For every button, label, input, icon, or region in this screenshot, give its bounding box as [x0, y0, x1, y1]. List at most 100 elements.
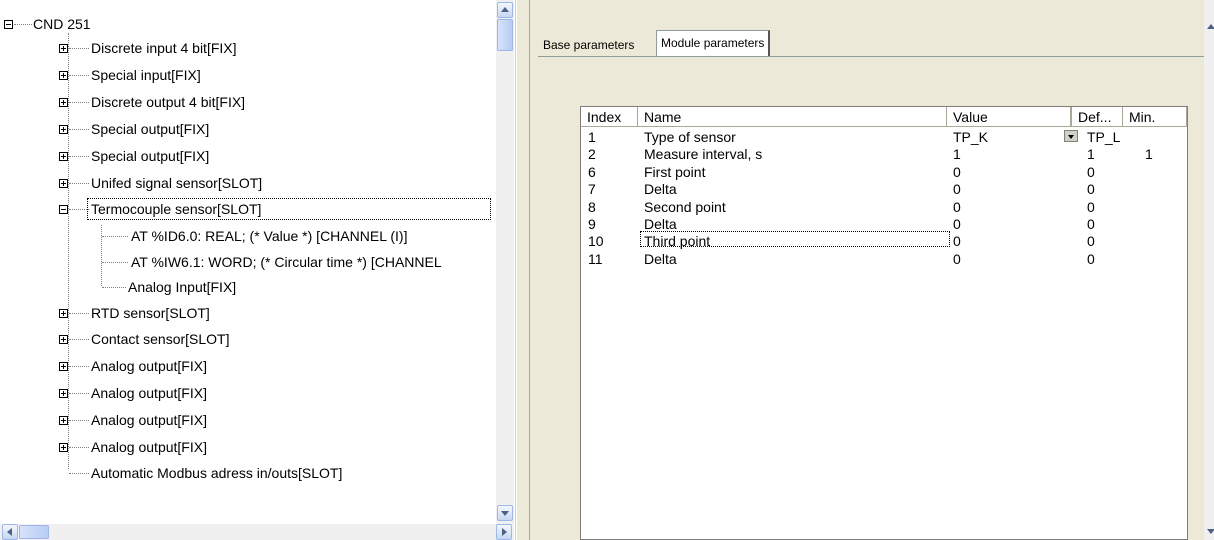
- device-tree-pane: CND 251 Discrete input 4 bit[FIX] Specia…: [0, 0, 516, 540]
- tree-item-label: Discrete output 4 bit[FIX]: [91, 94, 246, 110]
- cell-name: Type of sensor: [644, 129, 736, 145]
- scroll-thumb[interactable]: [19, 525, 49, 539]
- tree-item-termocouple-sensor[interactable]: Termocouple sensor[SLOT]: [0, 198, 496, 220]
- column-header-name[interactable]: Name: [638, 107, 947, 127]
- tab-base-parameters[interactable]: Base parameters: [538, 34, 640, 54]
- tree-horizontal-scrollbar[interactable]: [0, 524, 514, 540]
- cell-value[interactable]: TP_K: [953, 129, 988, 146]
- cell-def: 0: [1087, 163, 1095, 180]
- cell-name: Delta: [644, 250, 677, 267]
- scroll-thumb[interactable]: [497, 19, 513, 51]
- expand-icon[interactable]: [59, 309, 68, 318]
- tree-item-label: CND 251: [33, 16, 91, 32]
- tree-item-label: Analog output[FIX]: [91, 358, 207, 374]
- cell-index: 8: [588, 198, 596, 215]
- cell-value[interactable]: 0: [953, 251, 961, 268]
- cell-value[interactable]: 1: [953, 146, 961, 163]
- tree-item-analog-output-4[interactable]: Analog output[FIX]: [0, 436, 400, 458]
- tree-item-label: Analog output[FIX]: [91, 412, 207, 428]
- cell-value[interactable]: 0: [953, 216, 961, 233]
- tree-item-discrete-input[interactable]: Discrete input 4 bit[FIX]: [0, 37, 400, 59]
- scroll-up-icon[interactable]: [1204, 20, 1214, 32]
- tree-item-rtd-sensor[interactable]: RTD sensor[SLOT]: [0, 302, 400, 324]
- scroll-right-icon[interactable]: [496, 524, 512, 540]
- cell-value[interactable]: 0: [953, 164, 961, 181]
- tree-item-label: Automatic Modbus adress in/outs[SLOT]: [91, 465, 343, 481]
- tree-item-special-output-2[interactable]: Special output[FIX]: [0, 145, 400, 167]
- tree-vertical-scrollbar[interactable]: [496, 0, 514, 524]
- cell-index: 2: [588, 146, 596, 163]
- expand-icon[interactable]: [59, 443, 68, 452]
- cell-index: 10: [588, 233, 604, 250]
- expand-icon[interactable]: [59, 335, 68, 344]
- cell-def: 0: [1087, 216, 1095, 232]
- cell-index: 9: [588, 216, 596, 232]
- cell-def: 0: [1087, 233, 1095, 250]
- scroll-up-icon[interactable]: [497, 2, 513, 18]
- cell-index: 6: [588, 163, 596, 180]
- cell-def: 0: [1087, 250, 1095, 267]
- tree-item-modbus[interactable]: Automatic Modbus adress in/outs[SLOT]: [0, 462, 420, 484]
- tree-item-contact-sensor[interactable]: Contact sensor[SLOT]: [0, 328, 400, 350]
- cell-index: 1: [588, 129, 596, 145]
- expand-icon[interactable]: [59, 416, 68, 425]
- parameters-pane: Base parameters Module parameters Index …: [530, 0, 1214, 540]
- pane-splitter[interactable]: [516, 0, 530, 540]
- dropdown-arrow-icon[interactable]: [1064, 130, 1078, 142]
- collapse-icon[interactable]: [4, 20, 13, 29]
- tree-item-special-output-1[interactable]: Special output[FIX]: [0, 118, 400, 140]
- device-tree: CND 251 Discrete input 4 bit[FIX] Specia…: [0, 0, 496, 524]
- scroll-left-icon[interactable]: [2, 524, 18, 540]
- cell-value[interactable]: 0: [953, 199, 961, 216]
- collapse-icon[interactable]: [59, 205, 68, 214]
- tree-item-analog-output-3[interactable]: Analog output[FIX]: [0, 409, 400, 431]
- expand-icon[interactable]: [59, 179, 68, 188]
- cell-name: First point: [644, 163, 706, 180]
- tree-item-channel-value[interactable]: AT %ID6.0: REAL; (* Value *) [CHANNEL (I…: [0, 225, 496, 247]
- cell-focus: [640, 231, 950, 247]
- tree-item-label: Special input[FIX]: [91, 67, 201, 83]
- tree-item-label: RTD sensor[SLOT]: [91, 305, 210, 321]
- tree-item-label: Unifed signal sensor[SLOT]: [91, 175, 263, 191]
- expand-icon[interactable]: [59, 98, 68, 107]
- cell-value[interactable]: 0: [953, 233, 961, 250]
- expand-icon[interactable]: [59, 44, 68, 53]
- tree-item-analog-input[interactable]: Analog Input[FIX]: [0, 276, 400, 298]
- tree-item-cnd251[interactable]: CND 251: [0, 13, 300, 35]
- column-header-value[interactable]: Value: [947, 107, 1071, 127]
- tree-item-channel-circular-time[interactable]: AT %IW6.1: WORD; (* Circular time *) [CH…: [0, 251, 496, 273]
- expand-icon[interactable]: [59, 362, 68, 371]
- tree-item-label: Analog Input[FIX]: [128, 279, 237, 295]
- tree-item-discrete-output[interactable]: Discrete output 4 bit[FIX]: [0, 91, 400, 113]
- parameters-table: Index Name Value Def... Min. 1 Type of se…: [580, 106, 1188, 540]
- cell-index: 11: [588, 250, 603, 267]
- tree-item-analog-output-2[interactable]: Analog output[FIX]: [0, 382, 400, 404]
- expand-icon[interactable]: [59, 389, 68, 398]
- cell-name: Measure interval, s: [644, 146, 763, 163]
- tree-item-unifed-signal-sensor[interactable]: Unifed signal sensor[SLOT]: [0, 172, 400, 194]
- column-header-default[interactable]: Def...: [1071, 107, 1123, 127]
- tree-item-special-input[interactable]: Special input[FIX]: [0, 64, 400, 86]
- cell-index: 7: [588, 181, 596, 198]
- tab-module-parameters[interactable]: Module parameters: [656, 30, 771, 56]
- cell-name: Delta: [644, 181, 677, 198]
- pane-vertical-scrollbar[interactable]: [1204, 0, 1214, 540]
- scroll-down-icon[interactable]: [1204, 524, 1214, 536]
- tree-item-label: Analog output[FIX]: [91, 385, 207, 401]
- expand-icon[interactable]: [59, 71, 68, 80]
- tree-item-analog-output-1[interactable]: Analog output[FIX]: [0, 355, 400, 377]
- tree-item-label: Special output[FIX]: [91, 148, 210, 164]
- expand-icon[interactable]: [59, 125, 68, 134]
- tree-item-label: Discrete input 4 bit[FIX]: [91, 40, 237, 56]
- expand-icon[interactable]: [59, 152, 68, 161]
- cell-value[interactable]: 0: [953, 181, 961, 198]
- tree-item-label: Contact sensor[SLOT]: [91, 331, 230, 347]
- tree-item-label: Analog output[FIX]: [91, 439, 207, 455]
- tree-item-label: AT %ID6.0: REAL; (* Value *) [CHANNEL (I…: [131, 228, 408, 244]
- cell-def: 1: [1087, 146, 1095, 163]
- column-header-min[interactable]: Min.: [1123, 107, 1187, 127]
- cell-def: 0: [1087, 198, 1095, 215]
- column-header-index[interactable]: Index: [581, 107, 638, 127]
- scroll-down-icon[interactable]: [497, 505, 513, 521]
- tree-item-label: Termocouple sensor[SLOT]: [91, 201, 262, 217]
